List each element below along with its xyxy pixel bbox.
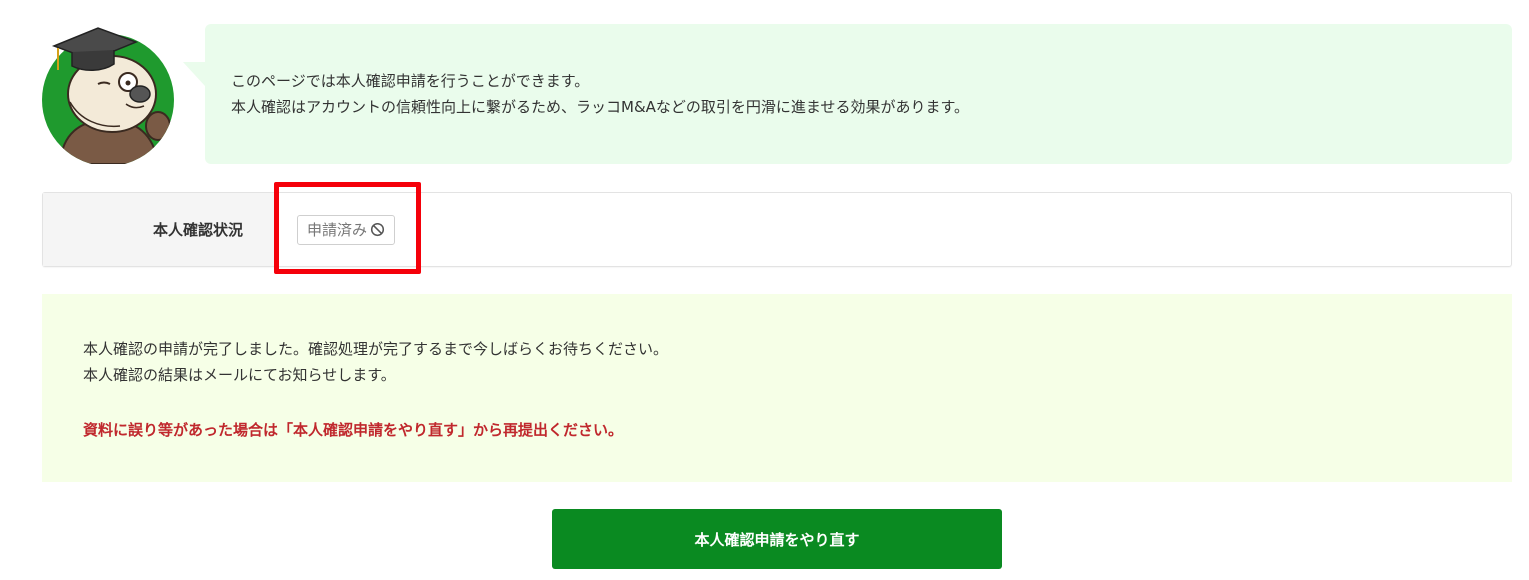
notice-line-1: 本人確認の申請が完了しました。確認処理が完了するまで今しばらくお待ちください。 bbox=[83, 340, 669, 358]
application-complete-notice: 本人確認の申請が完了しました。確認処理が完了するまで今しばらくお待ちください。 … bbox=[42, 294, 1512, 482]
status-label: 本人確認状況 bbox=[43, 193, 275, 266]
highlight-annotation-box bbox=[274, 182, 421, 274]
verification-status-row: 本人確認状況 申請済み bbox=[42, 192, 1512, 267]
notice-line-2: 本人確認の結果はメールにてお知らせします。 bbox=[83, 366, 396, 384]
intro-line-1: このページでは本人確認申請を行うことができます。 bbox=[231, 72, 590, 90]
status-value-cell: 申請済み bbox=[275, 193, 1511, 266]
otter-mascot-avatar bbox=[42, 27, 174, 164]
notice-warning: 資料に誤り等があった場合は「本人確認申請をやり直す」から再提出ください。 bbox=[83, 421, 624, 439]
intro-message: このページでは本人確認申請を行うことができます。 本人確認はアカウントの信頼性向… bbox=[183, 24, 1512, 164]
redo-verification-button[interactable]: 本人確認申請をやり直す bbox=[552, 509, 1002, 569]
intro-line-2: 本人確認はアカウントの信頼性向上に繋がるため、ラッコM&Aなどの取引を円滑に進ま… bbox=[231, 98, 969, 116]
